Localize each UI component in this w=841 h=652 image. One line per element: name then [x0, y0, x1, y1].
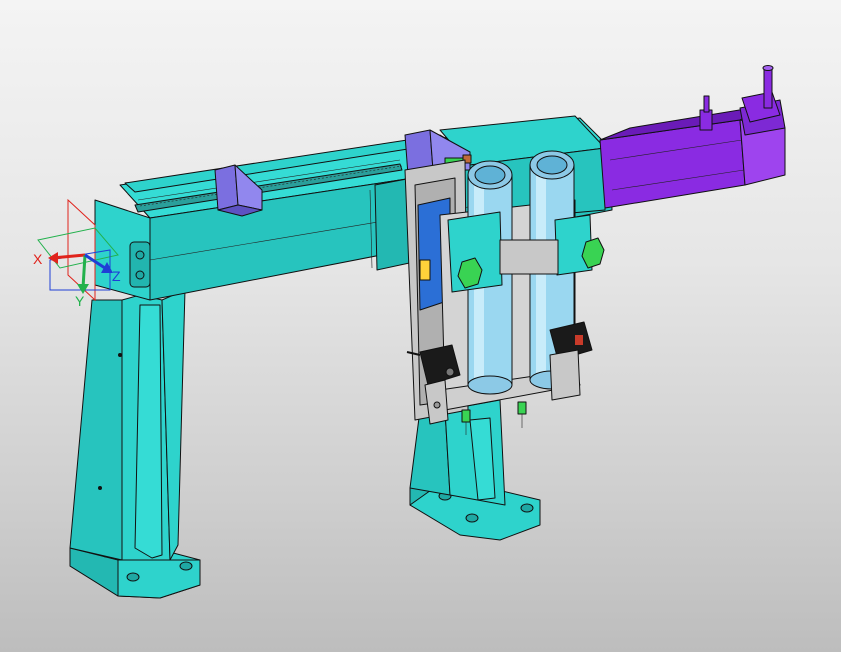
cylinder-assembly[interactable] — [404, 150, 605, 435]
y-axis-label: Y — [75, 293, 85, 309]
model-scene[interactable]: X Y Z — [0, 0, 841, 652]
servo-motor[interactable] — [599, 65, 786, 209]
x-axis-arrow — [48, 252, 86, 264]
proximity-sensor-right[interactable] — [549, 321, 593, 401]
z-axis-label: Z — [112, 268, 121, 284]
y-axis-arrow — [77, 254, 89, 294]
left-support-leg[interactable] — [69, 289, 201, 599]
x-axis-label: X — [33, 251, 43, 267]
cad-viewport[interactable]: X Y Z — [0, 0, 841, 652]
